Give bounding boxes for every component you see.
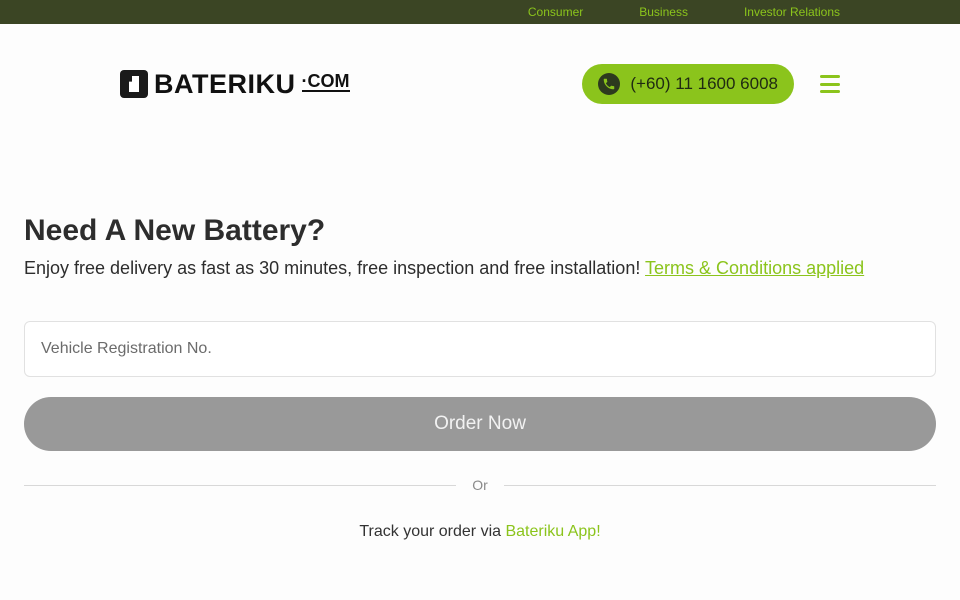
topbar-link-business[interactable]: Business xyxy=(639,5,688,19)
track-label: Track your order via xyxy=(359,523,502,540)
phone-number: (+60) 11 1600 6008 xyxy=(630,74,778,93)
top-bar: Consumer Business Investor Relations xyxy=(0,0,960,24)
track-order-text: Track your order via Bateriku App! xyxy=(24,523,936,541)
terms-conditions-link[interactable]: Terms & Conditions applied xyxy=(645,258,864,278)
divider-line-left xyxy=(24,484,457,486)
vehicle-registration-input[interactable] xyxy=(24,321,936,377)
brand-logo[interactable]: BATERIKU ·COM xyxy=(120,69,350,100)
or-divider: Or xyxy=(24,477,936,493)
site-header: BATERIKU ·COM (+60) 11 1600 6008 xyxy=(0,24,960,144)
bateriku-app-link[interactable]: Bateriku App! xyxy=(505,523,600,540)
battery-logo-icon xyxy=(120,70,148,98)
divider-text: Or xyxy=(472,477,488,493)
hero-section: Need A New Battery? Enjoy free delivery … xyxy=(0,214,960,541)
page-title: Need A New Battery? xyxy=(24,214,326,247)
topbar-link-consumer[interactable]: Consumer xyxy=(528,5,583,19)
whatsapp-icon xyxy=(598,73,621,95)
hero-subtitle: Enjoy free delivery as fast as 30 minute… xyxy=(24,258,936,279)
brand-name: BATERIKU xyxy=(154,68,296,99)
header-actions: (+60) 11 1600 6008 xyxy=(582,64,840,104)
order-now-button[interactable]: Order Now xyxy=(24,397,936,451)
hamburger-menu-icon[interactable] xyxy=(820,75,840,93)
whatsapp-phone-button[interactable]: (+60) 11 1600 6008 xyxy=(582,64,794,104)
brand-suffix: ·COM xyxy=(301,71,350,92)
topbar-link-investor-relations[interactable]: Investor Relations xyxy=(744,5,840,19)
subtitle-text: Enjoy free delivery as fast as 30 minute… xyxy=(24,258,641,278)
divider-line-right xyxy=(503,484,936,486)
